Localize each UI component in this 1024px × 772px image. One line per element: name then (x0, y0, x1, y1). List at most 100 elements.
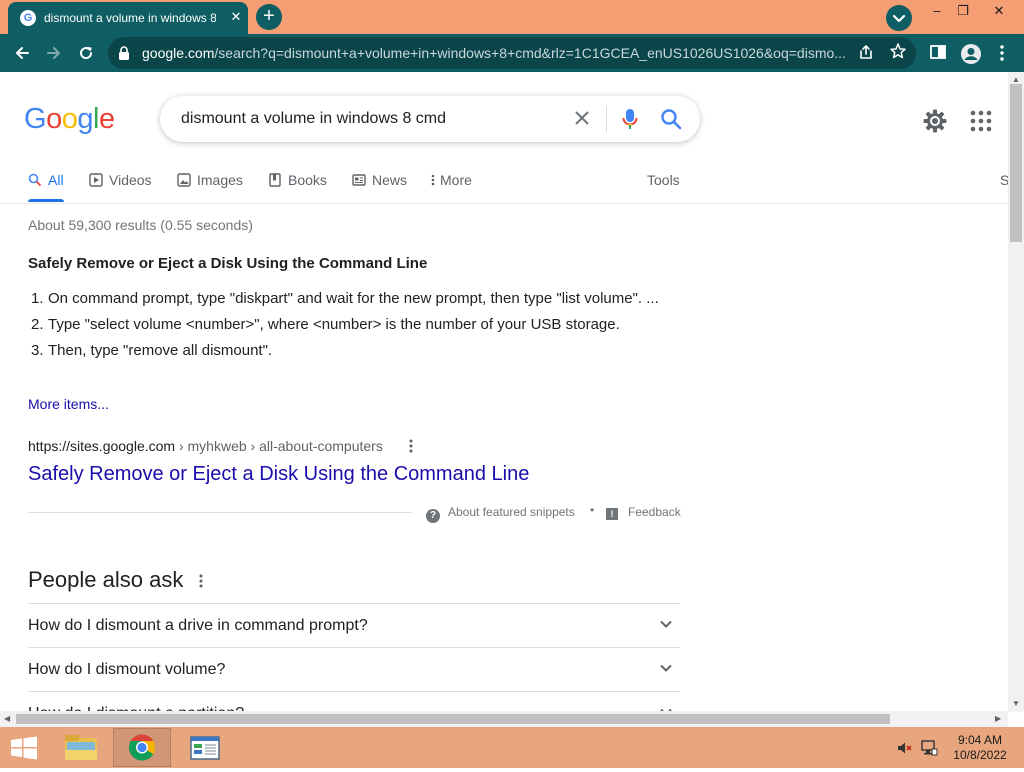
more-items-link[interactable]: More items... (28, 396, 109, 412)
book-icon (269, 173, 281, 187)
more-options-icon[interactable] (194, 572, 208, 590)
tab-strip: G dismount a volume in windows 8 cmd ✕ +… (0, 0, 1024, 34)
list-item: 2. Type "select volume <number>", where <… (28, 314, 668, 336)
horizontal-scrollbar[interactable]: ◀ ▶ (0, 711, 1008, 727)
side-panel-icon[interactable] (928, 43, 948, 63)
window-close-button[interactable]: ✕ (982, 0, 1016, 26)
volume-muted-icon[interactable] (896, 739, 914, 757)
url-host: google.com (142, 45, 215, 61)
tab-news[interactable]: News (352, 172, 407, 192)
tab-label: Books (288, 172, 327, 188)
vertical-scrollbar[interactable]: ▲ ▼ (1008, 72, 1024, 712)
vertical-scroll-thumb[interactable] (1010, 84, 1022, 242)
lock-icon[interactable] (118, 46, 130, 60)
folder-icon (65, 735, 97, 760)
result-title-link[interactable]: Safely Remove or Eject a Disk Using the … (28, 463, 529, 486)
scroll-right-arrow-icon[interactable]: ▶ (995, 714, 1001, 723)
result-citation[interactable]: https://sites.google.com › myhkweb › all… (28, 438, 383, 454)
url-path: /search?q=dismount+a+volume+in+windows+8… (214, 45, 846, 61)
clock-time: 9:04 AM (957, 733, 1003, 747)
paa-question: How do I dismount a drive in command pro… (28, 617, 368, 634)
profile-avatar-icon[interactable] (960, 43, 981, 64)
tab-search-button[interactable] (886, 5, 912, 31)
help-icon: ? (426, 509, 440, 523)
paa-question-row[interactable]: How do I dismount volume? (28, 647, 680, 691)
tab-title: dismount a volume in windows 8 cmd (44, 11, 216, 25)
google-logo[interactable]: Google (24, 103, 115, 136)
chevron-down-icon (660, 620, 672, 628)
list-number: 3. (31, 342, 44, 359)
list-number: 1. (31, 290, 44, 307)
list-text: Type "select volume <number>", where <nu… (48, 316, 620, 333)
list-number: 2. (31, 316, 44, 333)
new-tab-button[interactable]: + (256, 4, 282, 30)
taskbar-chrome[interactable] (113, 728, 171, 767)
cite-path: › myhkweb › all-about-computers (175, 438, 383, 454)
tab-all[interactable]: All (28, 172, 64, 192)
search-input[interactable]: dismount a volume in windows 8 cmd (181, 110, 446, 128)
paa-question-row[interactable]: How do I dismount a drive in command pro… (28, 603, 680, 647)
paa-question: How do I dismount volume? (28, 661, 226, 678)
clear-search-icon[interactable] (570, 106, 594, 130)
voice-search-icon[interactable] (622, 108, 638, 130)
tab-label: Videos (109, 172, 152, 188)
tab-label: All (48, 172, 64, 188)
scroll-left-arrow-icon[interactable]: ◀ (4, 714, 10, 723)
people-also-ask-heading: People also ask (28, 567, 184, 592)
logo-letter: o (46, 103, 62, 135)
dot-separator: • (590, 503, 595, 517)
video-play-icon (89, 173, 103, 187)
window-restore-button[interactable]: ❐ (946, 0, 980, 26)
tab-label: Images (197, 172, 243, 188)
taskbar-control-panel[interactable] (176, 728, 234, 767)
list-item: 1. On command prompt, type "diskpart" and… (28, 288, 668, 310)
list-text: Then, type "remove all dismount". (48, 342, 273, 359)
feedback-label: Feedback (628, 505, 681, 519)
google-apps-grid-icon[interactable] (970, 110, 992, 132)
search-divider (606, 106, 607, 132)
windows-start-icon[interactable] (10, 736, 38, 760)
about-featured-snippets-link[interactable]: ? About featured snippets (426, 505, 575, 523)
active-tab-indicator (28, 199, 64, 202)
tab-books[interactable]: Books (268, 172, 327, 192)
back-icon[interactable] (12, 43, 32, 63)
chrome-icon (128, 734, 156, 761)
logo-letter: g (77, 103, 93, 135)
google-favicon-icon: G (20, 10, 36, 26)
tab-label: More (440, 172, 472, 188)
feedback-link[interactable]: ! Feedback (606, 505, 681, 520)
tab-close-icon[interactable]: ✕ (228, 9, 244, 25)
reload-icon[interactable] (76, 43, 96, 63)
network-icon[interactable] (920, 739, 938, 757)
scroll-down-arrow-icon[interactable]: ▼ (1012, 699, 1020, 708)
browser-tab-active[interactable]: G dismount a volume in windows 8 cmd ✕ (8, 2, 248, 34)
tab-images[interactable]: Images (177, 172, 243, 192)
url-text[interactable]: google.com/search?q=dismount+a+volume+in… (142, 45, 852, 61)
address-bar[interactable]: google.com/search?q=dismount+a+volume+in… (108, 37, 916, 69)
taskbar-clock[interactable]: 9:04 AM 10/8/2022 (944, 733, 1016, 763)
chevron-down-icon (660, 664, 672, 672)
scroll-up-arrow-icon[interactable]: ▲ (1012, 75, 1020, 84)
tab-videos[interactable]: Videos (89, 172, 152, 192)
settings-gear-icon[interactable] (922, 108, 948, 134)
tools-button[interactable]: Tools (647, 172, 680, 192)
bookmark-star-icon[interactable] (888, 42, 908, 62)
logo-letter: o (61, 103, 78, 135)
more-options-icon[interactable] (404, 438, 418, 454)
search-icon (28, 173, 42, 187)
featured-snippet-list: 1. On command prompt, type "diskpart" and… (28, 288, 668, 366)
browser-toolbar: google.com/search?q=dismount+a+volume+in… (0, 34, 1024, 72)
featured-snippet-title: Safely Remove or Eject a Disk Using the … (28, 255, 428, 272)
search-icon[interactable] (660, 108, 682, 130)
forward-icon[interactable] (44, 43, 64, 63)
share-icon[interactable] (856, 43, 876, 63)
horizontal-scroll-thumb[interactable] (16, 714, 890, 724)
tab-more[interactable]: More (430, 172, 472, 192)
tab-label: News (372, 172, 408, 188)
search-box[interactable]: dismount a volume in windows 8 cmd (160, 96, 700, 142)
tabs-divider (0, 203, 1008, 204)
taskbar-file-explorer[interactable] (52, 728, 110, 767)
logo-letter: e (98, 103, 115, 135)
browser-menu-icon[interactable] (992, 43, 1012, 63)
image-icon (177, 173, 191, 187)
